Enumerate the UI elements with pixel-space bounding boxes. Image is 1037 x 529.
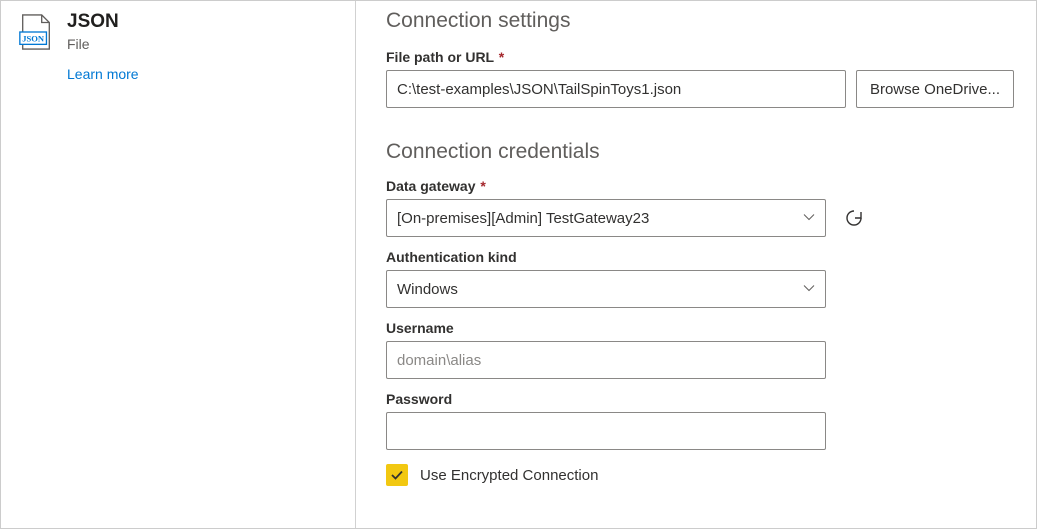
encrypted-label: Use Encrypted Connection xyxy=(420,467,598,484)
learn-more-link[interactable]: Learn more xyxy=(67,66,139,82)
auth-kind-select[interactable]: Windows xyxy=(386,270,826,308)
encrypted-checkbox[interactable] xyxy=(386,464,408,486)
refresh-gateway-button[interactable] xyxy=(840,204,868,232)
connector-subtitle: File xyxy=(67,36,119,52)
browse-onedrive-button[interactable]: Browse OneDrive... xyxy=(856,70,1014,108)
username-label: Username xyxy=(386,320,1014,336)
chevron-down-icon xyxy=(803,282,815,297)
file-path-input[interactable] xyxy=(386,70,846,108)
settings-panel: Connection settings File path or URL * B… xyxy=(356,1,1036,528)
chevron-down-icon xyxy=(803,211,815,226)
connector-title: JSON xyxy=(67,11,119,34)
username-input[interactable] xyxy=(386,341,826,379)
file-path-label: File path or URL * xyxy=(386,49,1014,65)
password-input[interactable] xyxy=(386,412,826,450)
password-label: Password xyxy=(386,391,1014,407)
gateway-select[interactable]: [On-premises][Admin] TestGateway23 xyxy=(386,199,826,237)
svg-text:JSON: JSON xyxy=(22,34,45,44)
connection-credentials-heading: Connection credentials xyxy=(386,140,1014,164)
json-file-icon: JSON xyxy=(17,13,55,51)
connector-panel: JSON JSON File Learn more xyxy=(1,1,356,528)
connection-settings-heading: Connection settings xyxy=(386,9,1014,33)
auth-kind-label: Authentication kind xyxy=(386,249,1014,265)
gateway-label: Data gateway * xyxy=(386,178,1014,194)
